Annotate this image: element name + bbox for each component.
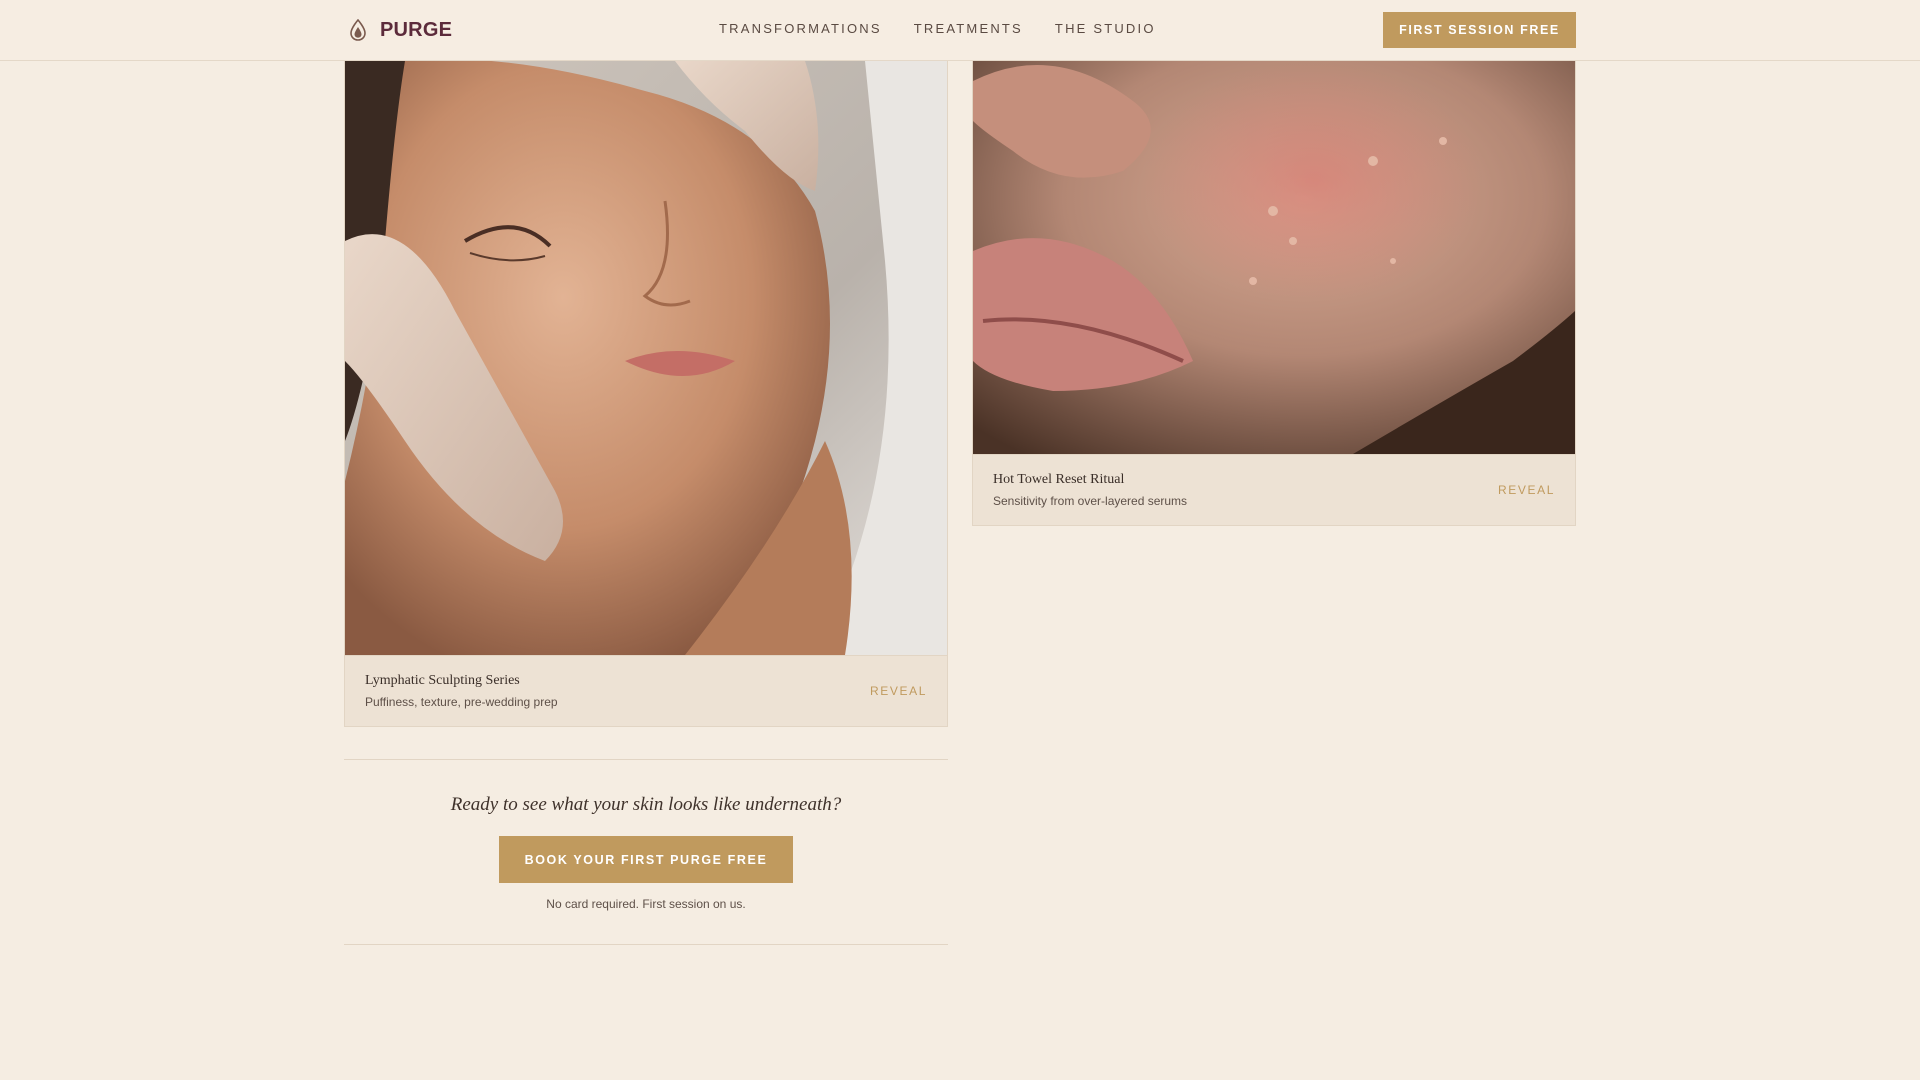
card-subtitle: Sensitivity from over-layered serums xyxy=(993,494,1188,508)
card-title: Lymphatic Sculpting Series xyxy=(365,673,520,688)
reveal-link[interactable]: REVEAL xyxy=(1498,483,1555,497)
nav-link-transformations[interactable]: TRANSFORMATIONS xyxy=(719,21,882,36)
logo[interactable]: PURGE xyxy=(348,16,452,44)
divider xyxy=(344,944,948,945)
book-free-button[interactable]: BOOK YOUR FIRST PURGE FREE xyxy=(499,836,793,883)
flame-drop-icon xyxy=(350,19,366,41)
reveal-link[interactable]: REVEAL xyxy=(870,684,927,698)
card-subtitle: Puffiness, texture, pre-wedding prep xyxy=(365,695,558,709)
treatment-card[interactable]: Hot Towel Reset Ritual Sensitivity from … xyxy=(972,60,1576,526)
site-header: PURGE TRANSFORMATIONS TREATMENTS THE STU… xyxy=(0,0,1920,61)
face-massage-photo xyxy=(345,61,947,655)
card-title: Hot Towel Reset Ritual xyxy=(993,472,1125,487)
nav-link-treatments[interactable]: TREATMENTS xyxy=(914,21,1023,36)
cta-note: No card required. First session on us. xyxy=(546,897,746,911)
skin-closeup-photo xyxy=(973,61,1575,454)
main-nav: TRANSFORMATIONS TREATMENTS THE STUDIO xyxy=(719,21,1156,36)
cta-question: Ready to see what your skin looks like u… xyxy=(450,794,842,815)
nav-link-the-studio[interactable]: THE STUDIO xyxy=(1055,21,1156,36)
card-footer: Hot Towel Reset Ritual Sensitivity from … xyxy=(973,454,1575,525)
divider xyxy=(344,759,948,760)
brand-name: PURGE xyxy=(380,18,453,41)
treatment-card[interactable]: Lymphatic Sculpting Series Puffiness, te… xyxy=(344,60,948,727)
first-session-free-button[interactable]: FIRST SESSION FREE xyxy=(1383,12,1576,48)
card-footer: Lymphatic Sculpting Series Puffiness, te… xyxy=(345,655,947,726)
